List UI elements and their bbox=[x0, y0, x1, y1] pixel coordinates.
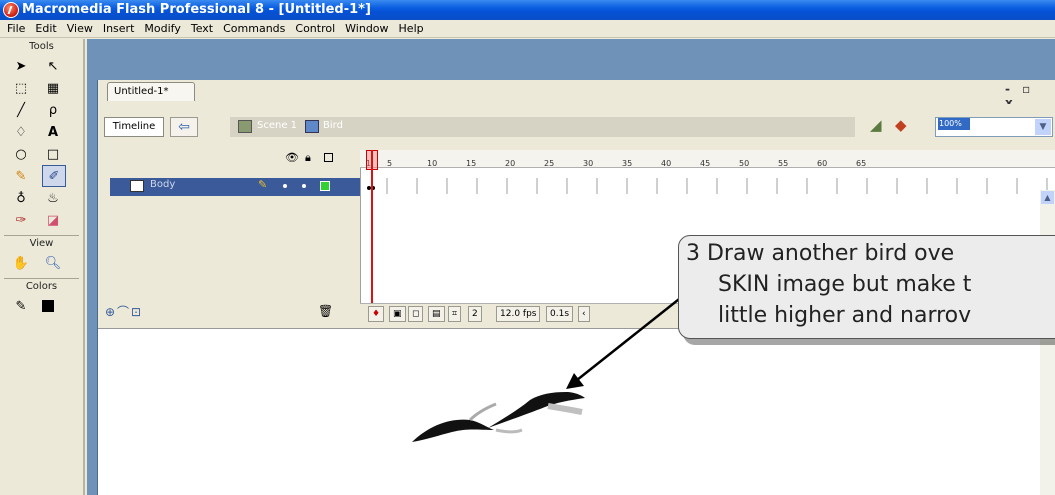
lock-icon[interactable]: 🔒︎ bbox=[305, 151, 311, 165]
fill-color-swatch[interactable] bbox=[42, 300, 54, 312]
symbol-icon bbox=[305, 120, 319, 133]
menu-help[interactable]: Help bbox=[395, 22, 430, 35]
menu-edit[interactable]: Edit bbox=[31, 22, 62, 35]
frame-rate: 12.0 fps bbox=[496, 306, 541, 322]
brush-tool-icon[interactable]: ✐ bbox=[42, 165, 66, 187]
line-tool-icon[interactable]: ╱ bbox=[10, 100, 32, 120]
lasso-tool-icon[interactable]: ρ bbox=[42, 100, 64, 120]
ink-bottle-tool-icon[interactable]: ♁ bbox=[10, 188, 32, 208]
eyedropper-tool-icon[interactable]: ✑ bbox=[10, 210, 32, 230]
playhead[interactable] bbox=[371, 150, 373, 310]
ruler-tick: 40 bbox=[661, 159, 672, 168]
onion-skin-icon[interactable]: ▣ bbox=[389, 306, 406, 322]
menu-view[interactable]: View bbox=[63, 22, 99, 35]
pencil-icon: ✎ bbox=[258, 178, 268, 191]
callout-line-3: little higher and narrov bbox=[718, 303, 972, 328]
menu-text[interactable]: Text bbox=[187, 22, 219, 35]
ruler-tick: 35 bbox=[622, 159, 633, 168]
visibility-dot[interactable] bbox=[283, 184, 287, 188]
chevron-down-icon[interactable]: ▼ bbox=[1035, 119, 1051, 135]
stage[interactable] bbox=[98, 328, 1055, 495]
outline-color-box[interactable] bbox=[320, 181, 330, 191]
scene-icon bbox=[238, 120, 252, 133]
rectangle-tool-icon[interactable]: □ bbox=[42, 144, 64, 164]
edit-multiple-icon[interactable]: ▤ bbox=[428, 306, 445, 322]
menu-file[interactable]: File bbox=[3, 22, 31, 35]
ruler-tick: 5 bbox=[387, 159, 393, 168]
elapsed-time: 0.1s bbox=[546, 306, 574, 322]
frame-ruler[interactable]: 1 5 10 15 20 25 30 35 40 45 50 55 60 65 bbox=[360, 150, 1055, 168]
onion-outline-icon[interactable]: ◻ bbox=[408, 306, 424, 322]
hand-tool-icon[interactable]: ✋ bbox=[10, 253, 32, 273]
timeline-toggle-button[interactable]: Timeline bbox=[104, 117, 164, 137]
breadcrumb-symbol[interactable]: Bird bbox=[323, 120, 343, 131]
paint-bucket-tool-icon[interactable]: ♨ bbox=[42, 188, 64, 208]
menu-insert[interactable]: Insert bbox=[99, 22, 141, 35]
zoom-tool-icon[interactable]: 🔍︎ bbox=[42, 253, 64, 273]
view-section-label: View bbox=[29, 238, 54, 249]
lock-dot[interactable] bbox=[302, 184, 306, 188]
ruler-tick: 45 bbox=[700, 159, 711, 168]
ruler-tick: 50 bbox=[739, 159, 750, 168]
ruler-tick: 25 bbox=[544, 159, 555, 168]
ruler-tick: 60 bbox=[817, 159, 828, 168]
fill-transform-tool-icon[interactable]: ▦ bbox=[42, 78, 64, 98]
ruler-tick: 15 bbox=[466, 159, 477, 168]
ruler-tick: 65 bbox=[856, 159, 867, 168]
flash-app-icon[interactable] bbox=[3, 2, 19, 18]
ruler-tick: 10 bbox=[427, 159, 438, 168]
tools-panel: Tools ➤ ↖ ⬚ ▦ ╱ ρ ♢ A ○ □ ✎ ✐ ♁ ♨ ✑ ◪ Vi… bbox=[0, 39, 85, 495]
menu-commands[interactable]: Commands bbox=[219, 22, 291, 35]
eye-icon[interactable]: 👁︎ bbox=[285, 151, 299, 164]
layer-name[interactable]: Body bbox=[150, 179, 175, 190]
document-tab[interactable]: Untitled-1* bbox=[107, 82, 195, 101]
document-window-controls[interactable]: - ▫ x bbox=[1005, 82, 1053, 110]
subselect-tool-icon[interactable]: ↖ bbox=[42, 56, 64, 76]
menu-control[interactable]: Control bbox=[291, 22, 341, 35]
onion-markers-icon[interactable]: ⌗ bbox=[448, 306, 462, 322]
ruler-tick: 30 bbox=[583, 159, 594, 168]
layer-frames[interactable] bbox=[362, 178, 1055, 194]
eraser-tool-icon[interactable]: ◪ bbox=[42, 210, 64, 230]
edit-symbols-icon[interactable]: ◆ bbox=[895, 116, 915, 136]
tools-panel-title: Tools bbox=[29, 41, 54, 52]
window-title: Macromedia Flash Professional 8 - [Untit… bbox=[22, 2, 371, 17]
colors-section-label: Colors bbox=[25, 281, 58, 292]
chevron-up-icon[interactable]: ▲ bbox=[1041, 191, 1054, 204]
center-frame-icon[interactable]: ♦ bbox=[368, 306, 385, 322]
menu-window[interactable]: Window bbox=[341, 22, 394, 35]
title-bar: Macromedia Flash Professional 8 - [Untit… bbox=[0, 0, 1055, 20]
arrow-tool-icon[interactable]: ➤ bbox=[10, 56, 32, 76]
back-arrow-icon[interactable]: ⇦ bbox=[170, 117, 198, 137]
callout-line-1: 3 Draw another bird ove bbox=[686, 241, 955, 266]
trash-icon[interactable]: 🗑︎ bbox=[318, 304, 333, 318]
scroll-left-icon[interactable]: ‹ bbox=[578, 306, 590, 322]
text-tool-icon[interactable]: A bbox=[42, 122, 64, 142]
zoom-value: 100% bbox=[938, 118, 970, 130]
menu-bar: File Edit View Insert Modify Text Comman… bbox=[0, 20, 1055, 38]
stroke-color-icon[interactable]: ✎ bbox=[10, 296, 32, 316]
oval-tool-icon[interactable]: ○ bbox=[10, 144, 32, 164]
ruler-tick: 20 bbox=[505, 159, 516, 168]
current-frame: 2 bbox=[468, 306, 482, 322]
breadcrumb-scene[interactable]: Scene 1 bbox=[257, 120, 297, 131]
callout-line-2: SKIN image but make t bbox=[718, 272, 972, 297]
ruler-tick: 55 bbox=[778, 159, 789, 168]
edit-scene-icon[interactable]: ◢ bbox=[870, 116, 890, 136]
layer-icon bbox=[130, 180, 144, 192]
free-transform-tool-icon[interactable]: ⬚ bbox=[10, 78, 32, 98]
layer-tool-icons[interactable]: ⊕⌒⊡ bbox=[105, 303, 143, 320]
pencil-tool-icon[interactable]: ✎ bbox=[10, 166, 32, 186]
menu-modify[interactable]: Modify bbox=[140, 22, 186, 35]
outline-icon[interactable] bbox=[324, 153, 333, 162]
pen-tool-icon[interactable]: ♢ bbox=[10, 122, 32, 142]
